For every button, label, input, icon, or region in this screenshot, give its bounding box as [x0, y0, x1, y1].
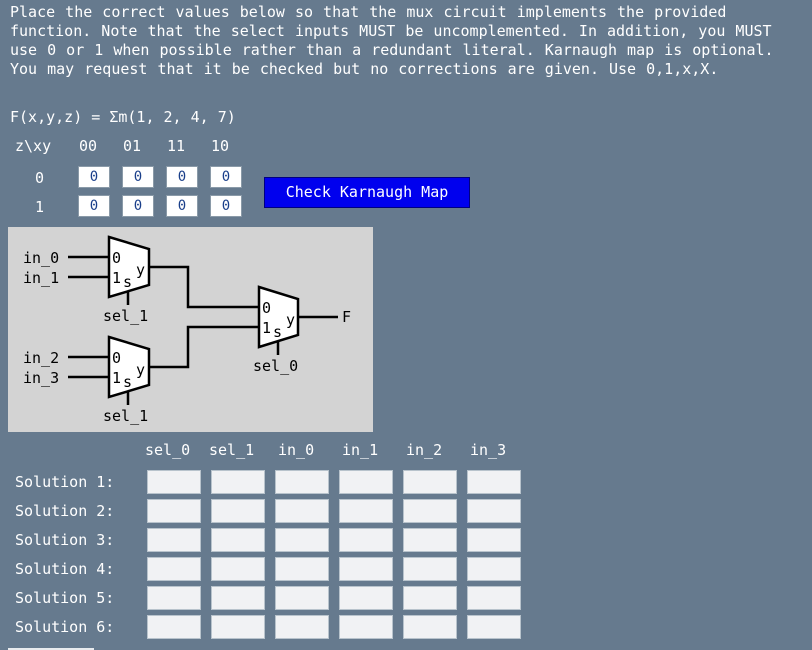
solution-6-in3-input[interactable] [467, 615, 521, 639]
solution-row-label: Solution 1: [15, 473, 115, 491]
kmap-cell[interactable]: 0 [166, 195, 198, 217]
solution-column-header: in_3 [470, 441, 507, 459]
solution-2-in1-input[interactable] [339, 499, 393, 523]
solution-row-label: Solution 5: [15, 589, 115, 607]
kmap-cell[interactable]: 0 [122, 195, 154, 217]
solution-5-in0-input[interactable] [275, 586, 329, 610]
mux-select-symbol: s [123, 273, 132, 291]
kmap-corner-label: z\xy [15, 137, 52, 155]
solution-3-in1-input[interactable] [339, 528, 393, 552]
solution-5-in1-input[interactable] [339, 586, 393, 610]
solution-2-in3-input[interactable] [467, 499, 521, 523]
solution-5-sel0-input[interactable] [147, 586, 201, 610]
solution-3-sel1-input[interactable] [211, 528, 265, 552]
kmap-cell[interactable]: 0 [210, 166, 242, 188]
solution-1-sel1-input[interactable] [211, 470, 265, 494]
solution-1-sel0-input[interactable] [147, 470, 201, 494]
solution-1-in3-input[interactable] [467, 470, 521, 494]
mux-circuit-svg: in_0 in_1 in_2 in_3 0 1 s y 0 1 s y 0 1 … [23, 235, 351, 425]
kmap-col-header: 01 [123, 137, 142, 155]
circuit-input-label: in_0 [23, 249, 59, 267]
function-definition: F(x,y,z) = Σm(1, 2, 4, 7) [10, 108, 236, 126]
circuit-output-label: F [342, 308, 351, 326]
solution-4-in2-input[interactable] [403, 557, 457, 581]
solution-3-in3-input[interactable] [467, 528, 521, 552]
kmap-cell[interactable]: 0 [122, 166, 154, 188]
solution-4-in1-input[interactable] [339, 557, 393, 581]
solution-2-in0-input[interactable] [275, 499, 329, 523]
mux-data-label: 1 [112, 269, 121, 287]
mux-select-symbol: s [273, 323, 282, 341]
mux-output-symbol: y [136, 361, 145, 379]
circuit-input-label: in_2 [23, 349, 59, 367]
solution-4-sel1-input[interactable] [211, 557, 265, 581]
solution-2-sel0-input[interactable] [147, 499, 201, 523]
kmap-row-header: 0 [35, 169, 45, 187]
solution-column-header: in_0 [278, 441, 315, 459]
kmap-row-header: 1 [35, 198, 45, 216]
solution-column-header: sel_0 [145, 441, 191, 459]
solution-column-header: in_2 [406, 441, 443, 459]
check-karnaugh-map-button[interactable]: Check Karnaugh Map [264, 177, 470, 208]
solution-6-sel0-input[interactable] [147, 615, 201, 639]
mux-select-symbol: s [123, 373, 132, 391]
mux-data-label: 0 [112, 349, 121, 367]
mux-data-label: 1 [262, 319, 271, 337]
kmap-cell[interactable]: 0 [78, 166, 110, 188]
solution-4-in3-input[interactable] [467, 557, 521, 581]
solution-3-in2-input[interactable] [403, 528, 457, 552]
solution-row-label: Solution 3: [15, 531, 115, 549]
solution-row-label: Solution 4: [15, 560, 115, 578]
solution-column-header: sel_1 [209, 441, 255, 459]
solution-3-sel0-input[interactable] [147, 528, 201, 552]
solution-1-in2-input[interactable] [403, 470, 457, 494]
mux-output-symbol: y [136, 261, 145, 279]
circuit-select-label: sel_1 [103, 407, 148, 425]
kmap-col-header: 10 [211, 137, 230, 155]
mux-output-symbol: y [286, 311, 295, 329]
kmap-col-header: 00 [79, 137, 98, 155]
mux-circuit-diagram: in_0 in_1 in_2 in_3 0 1 s y 0 1 s y 0 1 … [8, 227, 373, 432]
solution-5-in2-input[interactable] [403, 586, 457, 610]
solution-4-in0-input[interactable] [275, 557, 329, 581]
solution-3-in0-input[interactable] [275, 528, 329, 552]
circuit-input-label: in_3 [23, 369, 59, 387]
circuit-select-label: sel_1 [103, 307, 148, 325]
solution-row-label: Solution 2: [15, 502, 115, 520]
solution-row-label: Solution 6: [15, 618, 115, 636]
solution-6-in0-input[interactable] [275, 615, 329, 639]
solution-1-in1-input[interactable] [339, 470, 393, 494]
solution-2-in2-input[interactable] [403, 499, 457, 523]
circuit-select-label: sel_0 [253, 357, 298, 375]
kmap-cell[interactable]: 0 [166, 166, 198, 188]
kmap-cell[interactable]: 0 [210, 195, 242, 217]
solution-6-in2-input[interactable] [403, 615, 457, 639]
solution-6-sel1-input[interactable] [211, 615, 265, 639]
solution-5-sel1-input[interactable] [211, 586, 265, 610]
solution-column-header: in_1 [342, 441, 379, 459]
instructions-text: Place the correct values below so that t… [10, 3, 774, 78]
kmap-col-header: 11 [167, 137, 186, 155]
solution-4-sel0-input[interactable] [147, 557, 201, 581]
solution-5-in3-input[interactable] [467, 586, 521, 610]
mux-data-label: 0 [262, 299, 271, 317]
solution-6-in1-input[interactable] [339, 615, 393, 639]
mux-data-label: 1 [112, 369, 121, 387]
solution-2-sel1-input[interactable] [211, 499, 265, 523]
mux-data-label: 0 [112, 249, 121, 267]
circuit-input-label: in_1 [23, 269, 59, 287]
solution-1-in0-input[interactable] [275, 470, 329, 494]
kmap-cell[interactable]: 0 [78, 195, 110, 217]
